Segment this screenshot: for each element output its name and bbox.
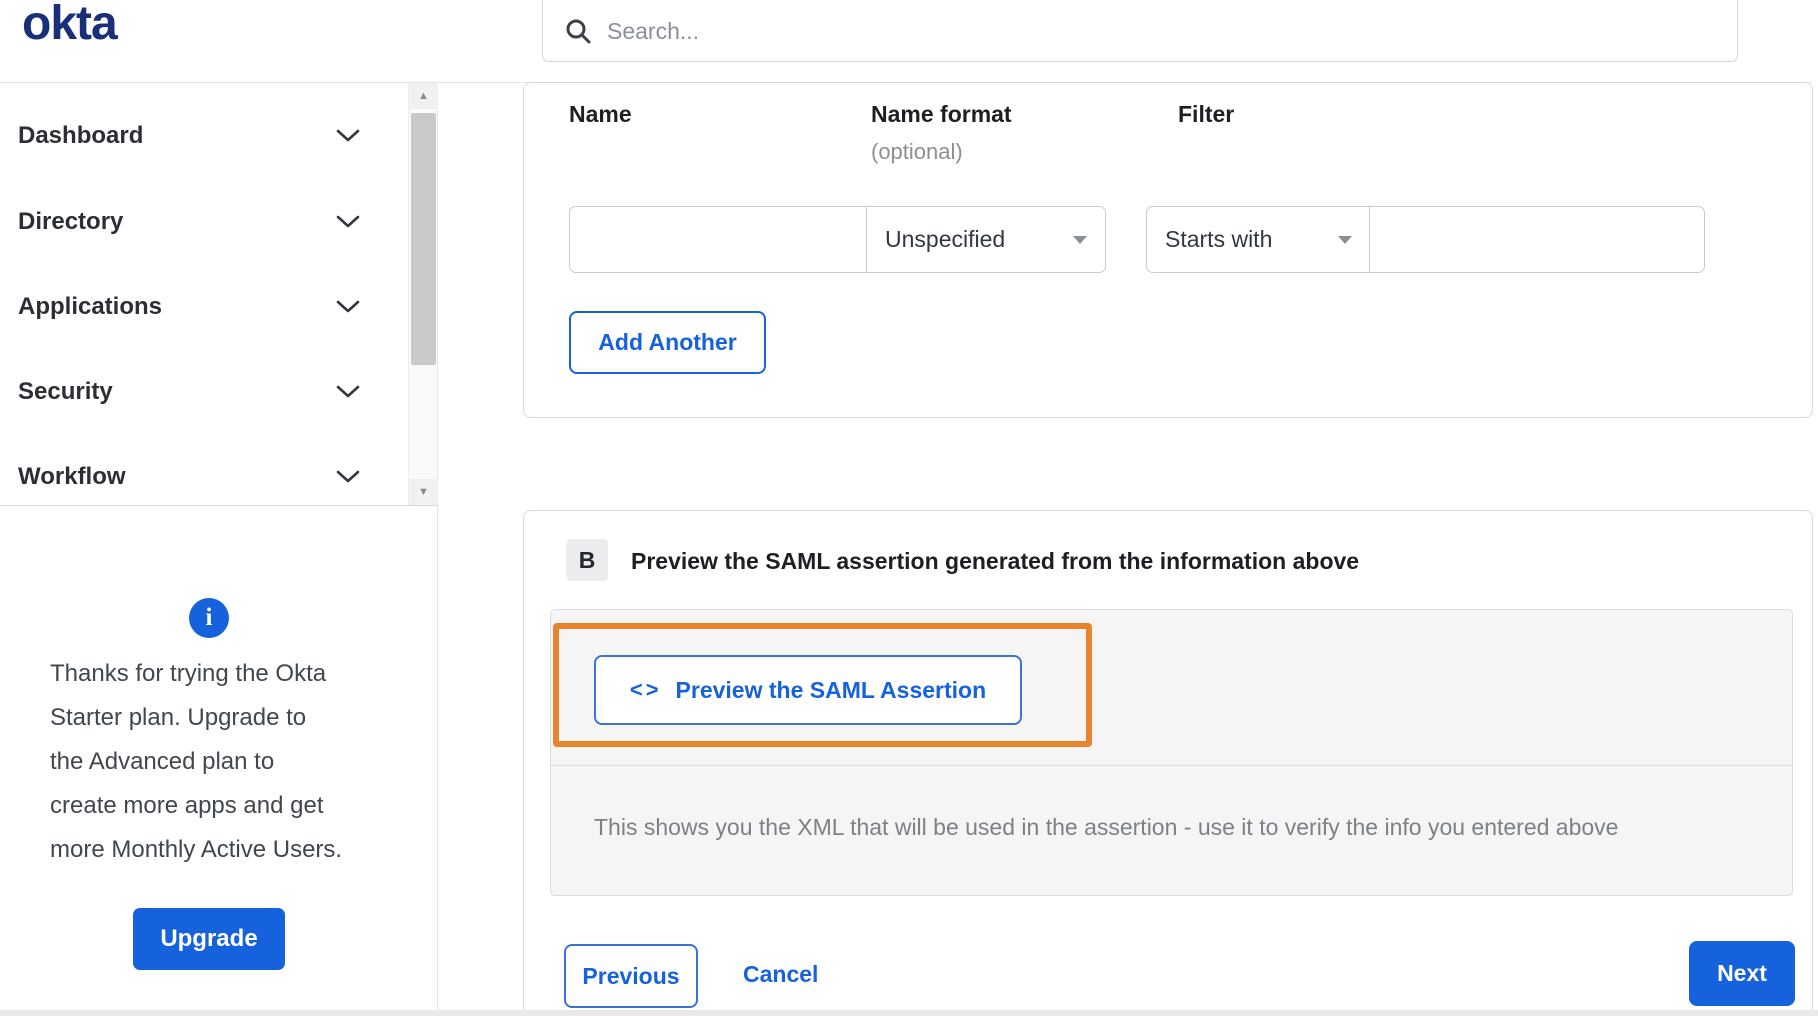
code-icon: <> [629, 677, 662, 702]
chevron-down-icon [336, 385, 360, 397]
sidebar-item-label: Workflow [18, 462, 126, 490]
sidebar-scrollbar[interactable]: ▲ ▼ [408, 83, 438, 505]
add-another-button[interactable]: Add Another [569, 311, 766, 374]
step-b-badge: B [566, 539, 608, 581]
filter-value-input[interactable] [1369, 206, 1705, 273]
sidebar-item-workflow[interactable]: Workflow [0, 434, 408, 519]
chevron-down-icon [336, 215, 360, 227]
name-format-column-label: Name format [871, 101, 1012, 127]
step-b-heading: Preview the SAML assertion generated fro… [631, 548, 1360, 574]
global-search[interactable] [542, 0, 1738, 62]
preview-assertion-card: B Preview the SAML assertion generated f… [523, 510, 1813, 1013]
scrollbar-down-icon[interactable]: ▼ [409, 479, 438, 505]
sidebar-right-border [437, 82, 438, 1016]
sidebar-item-dashboard[interactable]: Dashboard [0, 93, 408, 178]
upgrade-message: Thanks for trying the Okta Starter plan.… [50, 660, 343, 863]
sidebar-item-directory[interactable]: Directory [0, 179, 408, 264]
sidebar-item-label: Applications [18, 292, 163, 320]
sidebar-item-label: Directory [18, 207, 124, 235]
next-button[interactable]: Next [1689, 941, 1795, 1006]
preview-saml-assertion-button[interactable]: <> Preview the SAML Assertion [594, 655, 1022, 725]
panel-divider [551, 765, 1792, 766]
name-input[interactable] [569, 206, 867, 273]
chevron-down-icon [336, 300, 360, 312]
attribute-statements-card: Name Name format (optional) Filter Unspe… [523, 82, 1813, 418]
filter-operator-select[interactable]: Starts with [1146, 206, 1371, 273]
name-format-select[interactable]: Unspecified [866, 206, 1106, 273]
okta-logo: okta [22, 0, 118, 50]
sidebar-item-applications[interactable]: Applications [0, 264, 408, 349]
upgrade-button[interactable]: Upgrade [133, 908, 285, 970]
preview-button-label: Preview the SAML Assertion [675, 676, 987, 703]
sidebar-item-security[interactable]: Security [0, 349, 408, 434]
name-format-value: Unspecified [885, 226, 1006, 252]
info-icon: i [189, 598, 229, 638]
filter-column-label: Filter [1178, 101, 1235, 127]
chevron-down-icon [336, 129, 360, 141]
name-column-label: Name [569, 101, 632, 127]
bottom-edge-strip [0, 1010, 1818, 1016]
search-icon [566, 19, 591, 44]
preview-panel: <> Preview the SAML Assertion This shows… [550, 609, 1793, 896]
previous-button[interactable]: Previous [564, 944, 698, 1008]
optional-label: (optional) [871, 139, 963, 164]
scrollbar-thumb[interactable] [411, 113, 436, 365]
search-input[interactable] [607, 17, 1715, 45]
preview-description: This shows you the XML that will be used… [594, 814, 1619, 840]
dropdown-caret-icon [1338, 235, 1352, 244]
okta-admin-page: okta Dashboard Directory Applications Se… [0, 0, 1818, 1016]
scrollbar-up-icon[interactable]: ▲ [409, 83, 438, 109]
chevron-down-icon [336, 470, 360, 482]
cancel-link[interactable]: Cancel [743, 961, 818, 988]
filter-operator-value: Starts with [1165, 226, 1273, 252]
sidebar-item-label: Dashboard [18, 121, 144, 149]
sidebar-nav: Dashboard Directory Applications Securit… [0, 82, 438, 506]
sidebar-item-label: Security [18, 377, 113, 405]
dropdown-caret-icon [1073, 235, 1087, 244]
